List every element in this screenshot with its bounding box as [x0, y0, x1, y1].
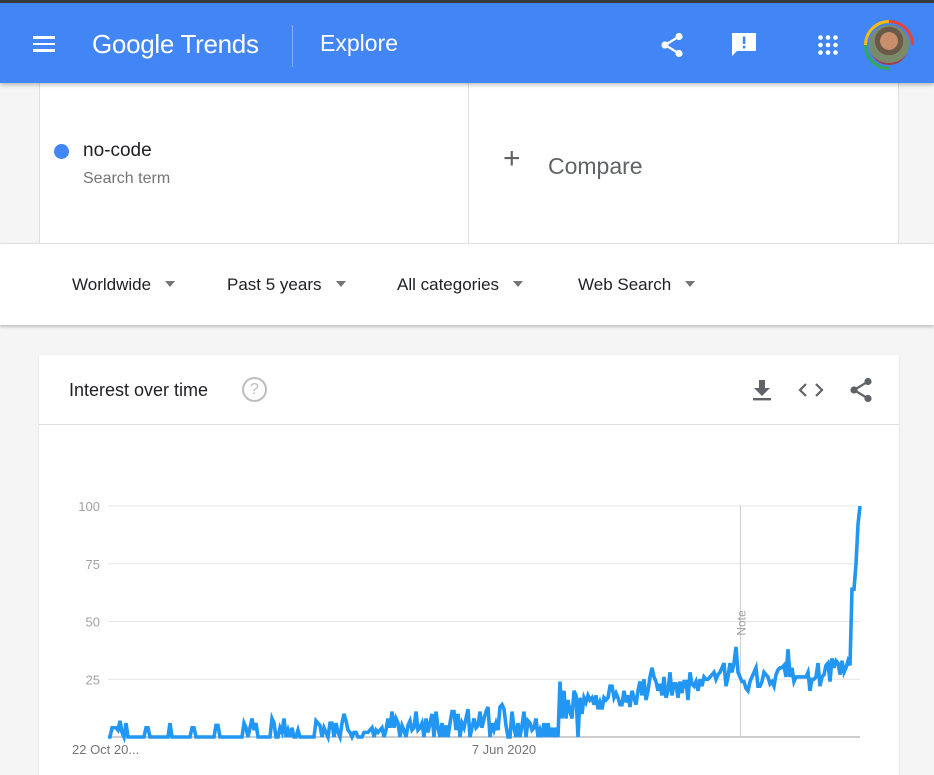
feedback-icon[interactable]	[728, 29, 760, 61]
dropdown-arrow-icon	[513, 280, 524, 287]
search-terms-panel: no-code Search term + Compare	[0, 83, 934, 243]
search-term-type: Search term	[83, 170, 171, 187]
dropdown-arrow-icon	[335, 280, 346, 287]
x-tick-label: 22 Oct 20...	[72, 742, 139, 757]
page-title: Explore	[320, 30, 398, 56]
plus-icon: +	[503, 142, 521, 175]
share-icon[interactable]	[656, 29, 688, 61]
y-tick-label: 25	[86, 672, 100, 687]
filter-category-label: All categories	[397, 275, 500, 294]
y-tick-label: 75	[86, 557, 100, 572]
filter-search-type-label: Web Search	[578, 275, 672, 294]
filter-search-type[interactable]: Web Search	[578, 275, 696, 295]
search-term-card[interactable]: no-code Search term	[39, 83, 469, 243]
menu-icon[interactable]	[30, 33, 58, 55]
avatar-photo	[867, 23, 911, 67]
interest-over-time-card: Interest over time ? 25 50 75 100 Note 22 Oct…	[39, 355, 899, 775]
filter-location[interactable]: Worldwide	[72, 275, 176, 295]
top-app-bar: Google Trends Explore	[0, 0, 934, 83]
search-term-label[interactable]: no-code	[83, 140, 152, 162]
filter-category[interactable]: All categories	[397, 275, 524, 295]
dropdown-arrow-icon	[685, 280, 696, 287]
filter-bar: Worldwide Past 5 years All categories We…	[0, 243, 934, 325]
avatar[interactable]	[864, 20, 914, 70]
dropdown-arrow-icon	[165, 280, 176, 287]
apps-icon[interactable]	[812, 29, 844, 61]
compare-label: Compare	[548, 153, 643, 179]
filter-time-range[interactable]: Past 5 years	[227, 275, 346, 295]
google-trends-logo[interactable]: Google Trends	[92, 29, 259, 60]
filter-time-range-label: Past 5 years	[227, 275, 322, 294]
filter-location-label: Worldwide	[72, 275, 152, 294]
term-color-dot	[54, 144, 69, 159]
y-tick-label: 100	[78, 499, 100, 514]
y-tick-label: 50	[86, 615, 100, 630]
interest-line-chart: 25 50 75 100 Note 22 Oct 20... 7 Jun 2020	[72, 499, 862, 757]
x-tick-label: 7 Jun 2020	[472, 742, 536, 757]
note-annotation-label: Note	[734, 610, 748, 636]
header-divider	[292, 25, 293, 67]
compare-button[interactable]: + Compare	[469, 83, 899, 243]
